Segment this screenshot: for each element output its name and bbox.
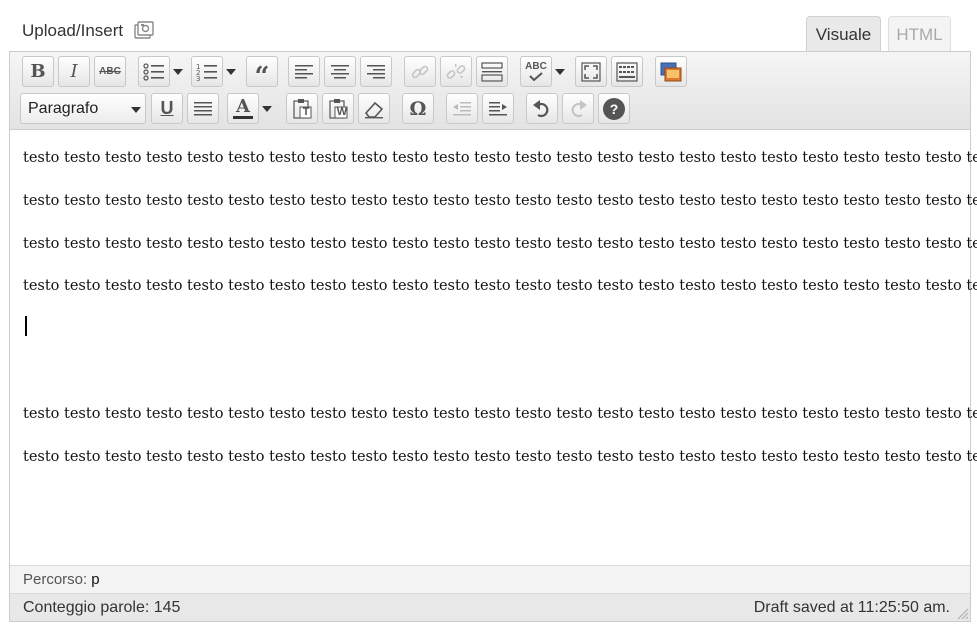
redo-button[interactable] — [562, 93, 594, 124]
text-color-dropdown[interactable] — [260, 93, 274, 124]
paragraph[interactable]: testo testo testo testo testo testo test… — [23, 150, 977, 166]
text-color-button[interactable]: A — [227, 93, 259, 124]
editor-header: Upload/Insert Visuale HTML — [0, 0, 977, 52]
format-select-value: Paragrafo — [28, 99, 99, 117]
underline-button[interactable]: U — [151, 93, 183, 124]
align-left-icon — [295, 64, 313, 78]
bold-button[interactable]: B — [22, 56, 54, 87]
text-color-swatch — [233, 116, 253, 119]
bold-icon: B — [30, 61, 46, 82]
media-gallery-icon[interactable] — [133, 20, 155, 42]
align-left-button[interactable] — [288, 56, 320, 87]
insert-media-button[interactable] — [655, 56, 687, 87]
align-center-button[interactable] — [324, 56, 356, 87]
paste-text-button[interactable]: T — [286, 93, 318, 124]
insert-link-button[interactable] — [404, 56, 436, 87]
align-right-button[interactable] — [360, 56, 392, 87]
status-bar: Conteggio parole: 145 Draft saved at 11:… — [10, 593, 970, 621]
indent-button[interactable] — [482, 93, 514, 124]
insert-more-button[interactable] — [476, 56, 508, 87]
paragraph[interactable]: testo testo testo testo testo testo test… — [23, 236, 977, 252]
numbered-list-button[interactable]: 1 2 3 — [191, 56, 223, 87]
spellcheck-icon: ABC — [525, 61, 547, 72]
editor-content[interactable]: testo testo testo testo testo testo test… — [10, 131, 977, 565]
unlink-button[interactable] — [440, 56, 472, 87]
paste-word-icon: W — [336, 105, 348, 118]
spellcheck-dropdown[interactable] — [553, 56, 567, 87]
link-icon — [411, 65, 429, 78]
paragraph[interactable]: testo testo testo testo testo testo test… — [23, 406, 977, 422]
align-right-icon — [367, 64, 385, 78]
paragraph[interactable]: testo testo testo testo testo testo test… — [23, 193, 977, 209]
bullet-list-icon — [143, 62, 164, 81]
italic-icon: I — [70, 61, 78, 82]
svg-text:3: 3 — [196, 75, 200, 82]
unlink-icon — [446, 63, 466, 79]
help-button[interactable]: ? — [598, 93, 630, 124]
indent-icon — [489, 101, 507, 115]
paste-word-button[interactable]: W — [322, 93, 354, 124]
outdent-button[interactable] — [446, 93, 478, 124]
spellcheck-button[interactable]: ABC — [520, 56, 552, 87]
word-count: Conteggio parole: 145 — [23, 599, 181, 616]
redo-icon — [571, 99, 587, 117]
bullet-list-dropdown[interactable] — [171, 56, 185, 87]
format-select[interactable]: Paragrafo — [20, 93, 146, 124]
resize-handle-icon[interactable] — [957, 608, 969, 620]
justify-icon — [194, 101, 212, 115]
check-icon — [529, 72, 543, 81]
kitchen-sink-icon — [616, 61, 638, 82]
editor-frame: B I ABC 1 2 3 “ ABC Paragrafo U A T W Ω … — [9, 51, 977, 622]
upload-insert[interactable]: Upload/Insert — [22, 20, 155, 42]
text-caret — [25, 316, 27, 336]
paragraph[interactable]: testo testo testo testo testo testo test… — [23, 449, 977, 465]
more-tag-icon — [481, 61, 503, 82]
numbered-list-dropdown[interactable] — [224, 56, 238, 87]
paste-text-icon: T — [302, 105, 310, 118]
help-icon: ? — [603, 97, 625, 120]
media-icon — [660, 62, 682, 81]
tab-visual[interactable]: Visuale — [806, 16, 881, 52]
undo-button[interactable] — [526, 93, 558, 124]
strikethrough-icon: ABC — [99, 66, 121, 77]
clear-formatting-button[interactable] — [358, 93, 390, 124]
numbered-list-icon: 1 2 3 — [196, 63, 217, 82]
underline-icon: U — [160, 98, 174, 118]
justify-button[interactable] — [187, 93, 219, 124]
kitchen-sink-button[interactable] — [611, 56, 643, 87]
eraser-icon — [364, 101, 384, 118]
quote-icon: “ — [254, 61, 270, 92]
path-label: Percorso: — [23, 571, 88, 588]
tab-html[interactable]: HTML — [888, 16, 951, 52]
outdent-icon — [453, 101, 471, 115]
align-center-icon — [331, 64, 349, 78]
editor-toolbar: B I ABC 1 2 3 “ ABC Paragrafo U A T W Ω … — [10, 52, 970, 130]
blockquote-button[interactable]: “ — [246, 56, 278, 92]
path-element-p[interactable]: p — [91, 571, 99, 588]
undo-icon — [533, 99, 549, 117]
special-char-button[interactable]: Ω — [402, 93, 434, 124]
chevron-down-icon — [129, 94, 143, 125]
fullscreen-button[interactable] — [575, 56, 607, 87]
italic-button[interactable]: I — [58, 56, 90, 87]
path-bar: Percorso: p — [10, 565, 970, 593]
paragraph[interactable]: testo testo testo testo testo testo test… — [23, 278, 977, 294]
upload-insert-label[interactable]: Upload/Insert — [22, 21, 123, 41]
text-color-icon: A — [236, 96, 250, 117]
strikethrough-button[interactable]: ABC — [94, 56, 126, 87]
fullscreen-icon — [581, 61, 601, 82]
bullet-list-button[interactable] — [138, 56, 170, 87]
omega-icon: Ω — [409, 97, 427, 120]
draft-saved-status: Draft saved at 11:25:50 am. — [753, 599, 950, 616]
